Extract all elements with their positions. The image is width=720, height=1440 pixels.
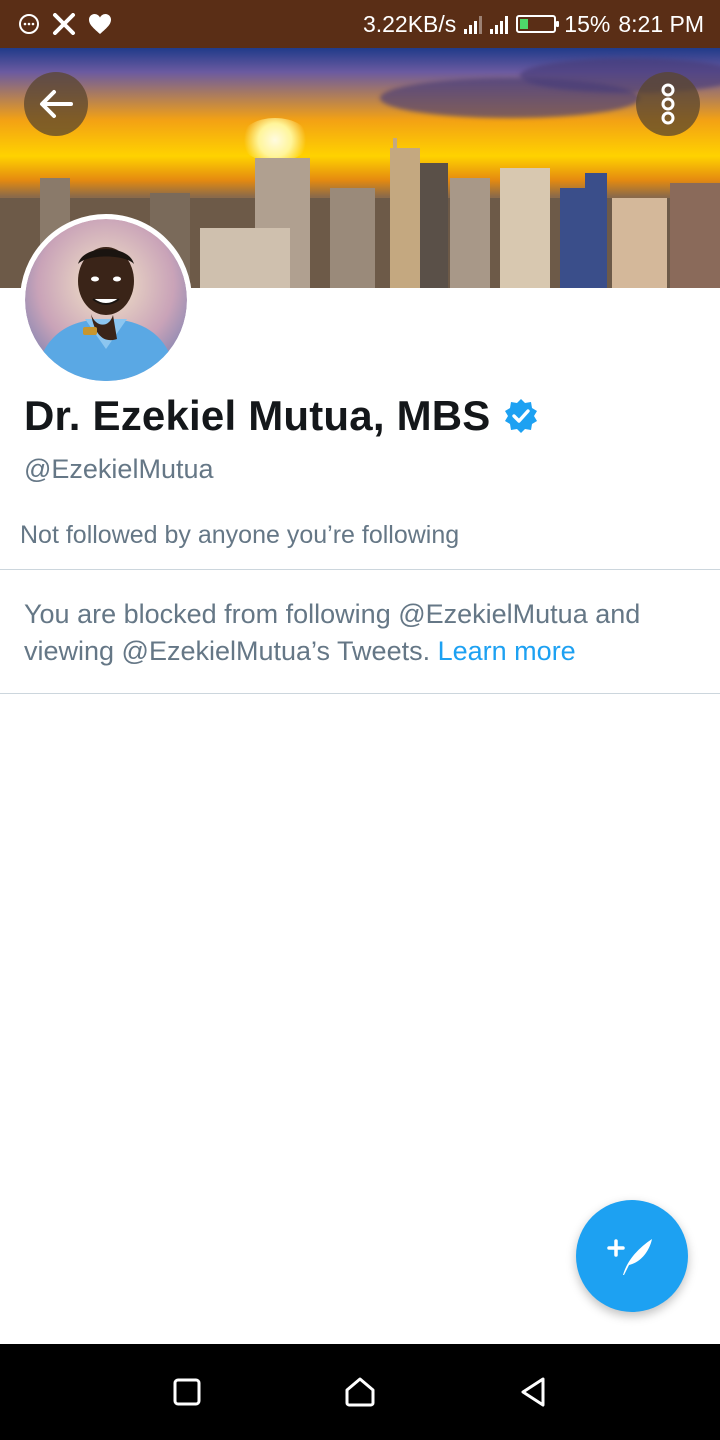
profile-name-row: Dr. Ezekiel Mutua, MBS	[24, 392, 539, 440]
home-icon	[345, 1377, 375, 1407]
divider	[0, 693, 720, 694]
back-nav-button[interactable]	[503, 1362, 563, 1422]
compose-tweet-button[interactable]	[576, 1200, 688, 1312]
compose-tweet-icon	[607, 1239, 652, 1275]
divider	[0, 569, 720, 570]
system-nav-bar	[0, 1344, 720, 1440]
status-bar: 3.22KB/s 15% 8:21 PM	[0, 0, 720, 48]
avatar[interactable]	[20, 214, 192, 386]
clock: 8:21 PM	[618, 10, 704, 37]
followed-by-text: Not followed by anyone you’re following	[20, 521, 460, 549]
recents-button[interactable]	[157, 1362, 217, 1422]
blocked-notice: You are blocked from following @EzekielM…	[24, 596, 694, 670]
signal-1-icon	[464, 14, 483, 34]
back-button[interactable]	[24, 72, 88, 136]
x-icon	[53, 13, 75, 35]
more-vertical-icon	[661, 83, 675, 125]
arrow-left-icon	[40, 90, 73, 118]
profile-handle: @EzekielMutua	[24, 454, 214, 484]
verified-badge-icon	[504, 399, 537, 433]
recents-square-icon	[173, 1378, 201, 1406]
network-speed: 3.22KB/s	[362, 10, 457, 37]
back-triangle-icon	[521, 1377, 545, 1407]
status-system-info: 3.22KB/s 15% 8:21 PM	[362, 10, 704, 37]
home-button[interactable]	[330, 1362, 390, 1422]
signal-2-icon	[490, 14, 509, 34]
avatar-portrait	[25, 219, 187, 381]
chat-icon	[19, 14, 39, 34]
battery-icon	[516, 15, 560, 33]
learn-more-link[interactable]: Learn more	[438, 636, 576, 666]
battery-percent: 15%	[564, 10, 611, 37]
status-notification-icons	[18, 13, 112, 35]
profile-name: Dr. Ezekiel Mutua, MBS	[24, 392, 491, 439]
more-options-button[interactable]	[636, 72, 700, 136]
heart-icon	[89, 14, 111, 34]
